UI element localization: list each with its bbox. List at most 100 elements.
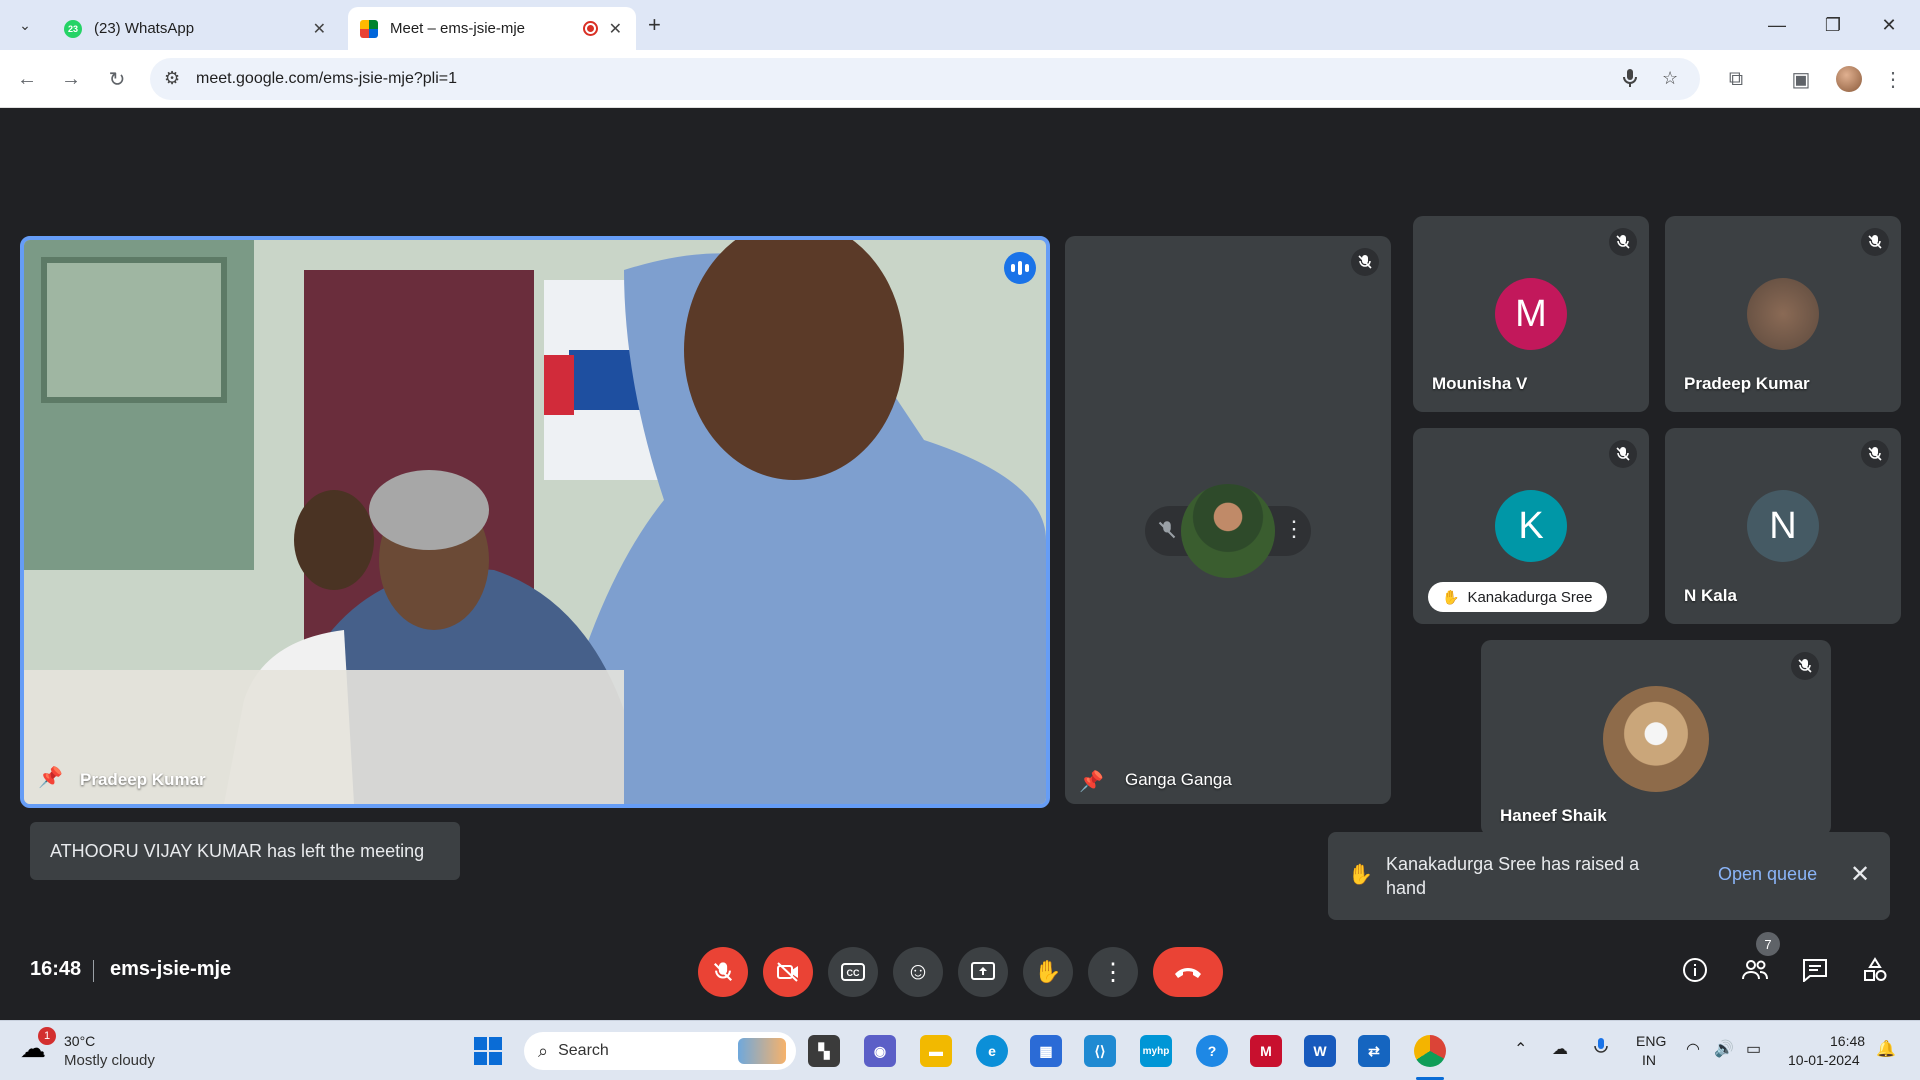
hand-icon: ✋ <box>1442 588 1460 605</box>
profile-avatar[interactable] <box>1836 66 1862 92</box>
raised-hand-chip: ✋ Kanakadurga Sree <box>1428 582 1607 612</box>
clock-time[interactable]: 16:48 <box>1830 1033 1865 1049</box>
remote-support-icon[interactable]: ⇄ <box>1358 1035 1390 1067</box>
search-label: Search <box>558 1042 609 1059</box>
participant-tile-pradeep[interactable]: Pradeep Kumar <box>1665 216 1901 412</box>
emoji-reaction-button[interactable]: ☺ <box>893 947 943 997</box>
meet-stage: 📌 Pradeep Kumar ⋮ 📌 Ganga Ganga M Mounis… <box>0 108 1920 1020</box>
raise-hand-button[interactable]: ✋ <box>1023 947 1073 997</box>
taskbar-search[interactable]: ⌕ Search <box>524 1032 796 1070</box>
participant-tile-kanakadurga[interactable]: K ✋ Kanakadurga Sree <box>1413 428 1649 624</box>
participant-name: Haneef Shaik <box>1500 806 1607 825</box>
volume-icon[interactable]: 🔊 <box>1714 1039 1734 1059</box>
pin-icon[interactable]: 📌 <box>38 765 63 790</box>
side-panel-icon[interactable]: ▣ <box>1786 64 1816 94</box>
edge-icon[interactable]: e <box>976 1035 1008 1067</box>
participant-name: N Kala <box>1684 586 1737 605</box>
tab-meet-label: Meet – ems-jsie-mje <box>390 20 526 37</box>
toast-text: ATHOORU VIJAY KUMAR has left the meeting <box>50 840 425 861</box>
myhp-icon[interactable]: myhp <box>1140 1035 1172 1067</box>
forward-icon[interactable]: → <box>56 64 86 94</box>
tab-meet[interactable]: Meet – ems-jsie-mje ✕ <box>348 7 636 50</box>
close-icon[interactable]: ✕ <box>609 19 622 39</box>
mcafee-icon[interactable]: M <box>1250 1035 1282 1067</box>
onedrive-icon[interactable]: ☁ <box>1552 1039 1568 1059</box>
meeting-details-icon[interactable] <box>1677 952 1713 988</box>
close-icon[interactable]: ✕ <box>313 19 326 39</box>
reload-icon[interactable]: ↻ <box>102 64 132 94</box>
hand-icon: ✋ <box>1348 864 1373 886</box>
restore-icon[interactable]: ❐ <box>1818 10 1848 40</box>
clock-date[interactable]: 10-01-2024 <box>1788 1052 1860 1068</box>
raised-hand-toast: ✋ Kanakadurga Sree has raised a hand Ope… <box>1328 832 1890 920</box>
mic-off-icon <box>1351 248 1379 276</box>
extensions-icon[interactable]: ⧉ <box>1721 64 1751 94</box>
main-video-tile[interactable]: 📌 Pradeep Kumar <box>20 236 1050 808</box>
window-close-icon[interactable]: ✕ <box>1874 10 1904 40</box>
camera-toggle-button[interactable] <box>763 947 813 997</box>
mic-off-icon <box>1609 440 1637 468</box>
weather-badge: 1 <box>38 1027 56 1045</box>
chrome-icon[interactable] <box>1414 1035 1446 1067</box>
windows-taskbar: ☁ 1 30°C Mostly cloudy ⌕ Search ▚ ◉ ▬ e … <box>0 1020 1920 1080</box>
participant-left-toast: ATHOORU VIJAY KUMAR has left the meeting <box>30 822 460 880</box>
close-icon[interactable]: ✕ <box>1850 860 1870 889</box>
word-icon[interactable]: W <box>1304 1035 1336 1067</box>
avatar: K <box>1495 490 1567 562</box>
tab-whatsapp-label: (23) WhatsApp <box>94 20 195 37</box>
wifi-icon[interactable]: ◠ <box>1686 1039 1700 1059</box>
participant-name: Mounisha V <box>1432 374 1528 393</box>
tray-overflow-icon[interactable]: ⌃ <box>1514 1039 1527 1059</box>
microphone-icon[interactable] <box>1622 68 1638 93</box>
mic-off-icon <box>1157 520 1177 545</box>
language-line1[interactable]: ENG <box>1636 1033 1666 1049</box>
participant-tile-mounisha[interactable]: M Mounisha V <box>1413 216 1649 412</box>
whatsapp-icon: 23 <box>64 19 82 38</box>
new-tab-button[interactable]: + <box>648 12 661 38</box>
file-explorer-icon[interactable]: ▬ <box>920 1035 952 1067</box>
task-view-icon[interactable]: ▚ <box>808 1035 840 1067</box>
people-icon[interactable] <box>1737 952 1773 988</box>
present-screen-button[interactable] <box>958 947 1008 997</box>
battery-icon[interactable]: ▭ <box>1746 1039 1761 1059</box>
mic-off-icon <box>1791 652 1819 680</box>
tab-search-chevron-icon[interactable]: ⌄ <box>10 10 40 40</box>
chat-icon[interactable] <box>1797 952 1833 988</box>
mic-off-icon <box>1861 440 1889 468</box>
participant-name: Ganga Ganga <box>1125 770 1232 789</box>
mic-icon[interactable] <box>1594 1037 1608 1060</box>
browser-tab-strip: ⌄ 23 (23) WhatsApp ✕ Meet – ems-jsie-mje… <box>0 0 1920 50</box>
avatar: M <box>1495 278 1567 350</box>
search-highlight-image <box>738 1038 786 1064</box>
store-icon[interactable]: ▦ <box>1030 1035 1062 1067</box>
language-line2[interactable]: IN <box>1642 1052 1656 1068</box>
tab-whatsapp[interactable]: 23 (23) WhatsApp ✕ <box>52 7 340 50</box>
weather-desc: Mostly cloudy <box>64 1052 155 1069</box>
vscode-icon[interactable]: ⟨⟩ <box>1084 1035 1116 1067</box>
more-options-icon[interactable]: ⋮ <box>1283 516 1305 542</box>
start-windows-icon[interactable] <box>474 1037 502 1065</box>
back-icon[interactable]: ← <box>12 64 42 94</box>
menu-kebab-icon[interactable]: ⋮ <box>1878 64 1908 94</box>
captions-button[interactable]: CC <box>828 947 878 997</box>
toast-text: Kanakadurga Sree has raised a hand <box>1386 854 1640 898</box>
notifications-icon[interactable]: 🔔 <box>1876 1039 1896 1059</box>
address-bar[interactable]: ⚙ meet.google.com/ems-jsie-mje?pli=1 ☆ <box>150 58 1700 100</box>
minimize-icon[interactable]: — <box>1762 10 1792 40</box>
bookmark-star-icon[interactable]: ☆ <box>1662 68 1678 89</box>
activities-icon[interactable] <box>1857 952 1893 988</box>
teams-chat-icon[interactable]: ◉ <box>864 1035 896 1067</box>
url-text: meet.google.com/ems-jsie-mje?pli=1 <box>196 70 457 87</box>
mic-toggle-button[interactable] <box>698 947 748 997</box>
leave-call-button[interactable] <box>1153 947 1223 997</box>
site-info-icon[interactable]: ⚙ <box>164 68 180 89</box>
help-icon[interactable]: ? <box>1196 1035 1228 1067</box>
pin-icon[interactable]: 📌 <box>1079 769 1104 794</box>
participant-tile-ganga[interactable]: ⋮ 📌 Ganga Ganga <box>1065 236 1391 804</box>
participant-tile-nkala[interactable]: N N Kala <box>1665 428 1901 624</box>
mic-off-icon <box>1861 228 1889 256</box>
recording-icon <box>583 21 598 36</box>
more-options-button[interactable]: ⋮ <box>1088 947 1138 997</box>
participant-tile-haneef[interactable]: Haneef Shaik <box>1481 640 1831 836</box>
open-queue-button[interactable]: Open queue <box>1718 864 1817 885</box>
